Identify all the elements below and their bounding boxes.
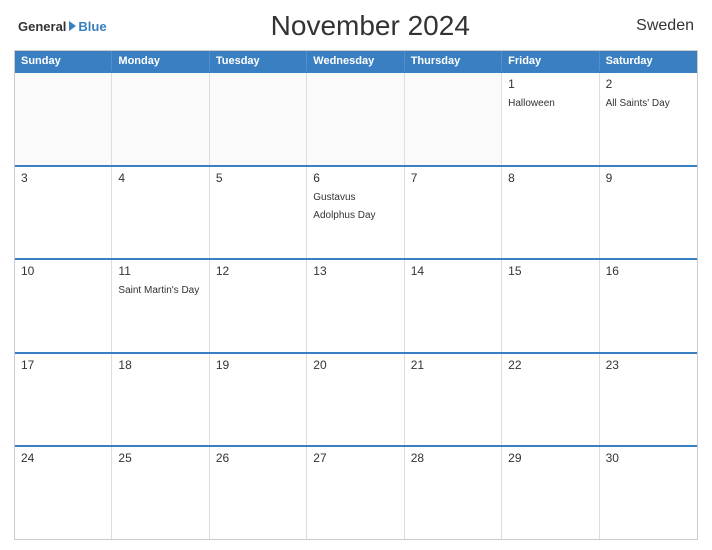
logo-blue: Blue	[78, 19, 106, 34]
calendar-cell: 23	[600, 354, 697, 446]
cell-date-number: 1	[508, 77, 592, 91]
calendar-cell: 13	[307, 260, 404, 352]
cell-date-number: 29	[508, 451, 592, 465]
cell-date-number: 11	[118, 264, 202, 278]
calendar-row-1: 3456 Gustavus Adolphus Day 789	[15, 165, 697, 259]
cell-date-number: 26	[216, 451, 300, 465]
cell-date-number: 6	[313, 171, 397, 185]
cell-date-number: 30	[606, 451, 691, 465]
calendar-cell: 16	[600, 260, 697, 352]
cell-date-number: 16	[606, 264, 691, 278]
calendar-cell: 14	[405, 260, 502, 352]
cell-event-label: All Saints' Day	[606, 98, 670, 109]
calendar-cell: 21	[405, 354, 502, 446]
cell-date-number: 4	[118, 171, 202, 185]
calendar-cell	[15, 73, 112, 165]
calendar-row-4: 24 25 26 27 28 29 30	[15, 445, 697, 539]
calendar-cell: 29	[502, 447, 599, 539]
day-header-wednesday: Wednesday	[307, 51, 404, 71]
calendar-cell	[307, 73, 404, 165]
calendar-cell: 7	[405, 167, 502, 259]
calendar-cell: 1 Halloween	[502, 73, 599, 165]
header: General Blue November 2024 Sweden	[14, 10, 698, 42]
cell-date-number: 17	[21, 358, 105, 372]
cell-date-number: 25	[118, 451, 202, 465]
country-label: Sweden	[634, 17, 694, 35]
cell-date-number: 14	[411, 264, 495, 278]
cell-date-number: 9	[606, 171, 691, 185]
cell-date-number: 5	[216, 171, 300, 185]
calendar-cell: 22	[502, 354, 599, 446]
cell-date-number: 21	[411, 358, 495, 372]
cell-date-number: 22	[508, 358, 592, 372]
calendar-cell: 20	[307, 354, 404, 446]
cell-date-number: 3	[21, 171, 105, 185]
calendar-cell: 9	[600, 167, 697, 259]
calendar-cell	[210, 73, 307, 165]
calendar-row-2: 10 11 Saint Martin's Day 12 13 14 15 16	[15, 258, 697, 352]
calendar-cell: 2 All Saints' Day	[600, 73, 697, 165]
calendar-cell: 5	[210, 167, 307, 259]
calendar-cell: 18	[112, 354, 209, 446]
calendar-cell	[405, 73, 502, 165]
cell-date-number: 10	[21, 264, 105, 278]
cell-event-label: Halloween	[508, 98, 555, 109]
calendar-cell: 12	[210, 260, 307, 352]
calendar-cell: 28	[405, 447, 502, 539]
cell-date-number: 23	[606, 358, 691, 372]
calendar-body: 1 Halloween 2 All Saints' Day 3456 Gustavus A…	[15, 71, 697, 539]
cell-date-number: 15	[508, 264, 592, 278]
cell-date-number: 8	[508, 171, 592, 185]
calendar-cell: 10	[15, 260, 112, 352]
cell-event-label: Gustavus Adolphus Day	[313, 192, 375, 221]
cell-date-number: 24	[21, 451, 105, 465]
calendar-cell: 4	[112, 167, 209, 259]
day-header-tuesday: Tuesday	[210, 51, 307, 71]
day-header-thursday: Thursday	[405, 51, 502, 71]
logo-general: General	[18, 19, 66, 34]
cell-date-number: 13	[313, 264, 397, 278]
calendar-row-0: 1 Halloween 2 All Saints' Day	[15, 71, 697, 165]
page: General Blue November 2024 Sweden Sunday…	[0, 0, 712, 550]
day-header-saturday: Saturday	[600, 51, 697, 71]
calendar-cell: 3	[15, 167, 112, 259]
calendar-cell	[112, 73, 209, 165]
logo-triangle-icon	[69, 21, 76, 31]
page-title: November 2024	[107, 10, 634, 42]
logo: General Blue	[18, 19, 107, 34]
cell-date-number: 19	[216, 358, 300, 372]
calendar-cell: 8	[502, 167, 599, 259]
calendar-cell: 25	[112, 447, 209, 539]
calendar-cell: 15	[502, 260, 599, 352]
calendar-cell: 11 Saint Martin's Day	[112, 260, 209, 352]
cell-date-number: 18	[118, 358, 202, 372]
day-header-monday: Monday	[112, 51, 209, 71]
calendar-cell: 6 Gustavus Adolphus Day	[307, 167, 404, 259]
cell-event-label: Saint Martin's Day	[118, 285, 199, 296]
calendar-cell: 17	[15, 354, 112, 446]
day-header-sunday: Sunday	[15, 51, 112, 71]
cell-date-number: 2	[606, 77, 691, 91]
calendar-header: SundayMondayTuesdayWednesdayThursdayFrid…	[15, 51, 697, 71]
cell-date-number: 12	[216, 264, 300, 278]
calendar-cell: 30	[600, 447, 697, 539]
calendar-cell: 26	[210, 447, 307, 539]
day-header-friday: Friday	[502, 51, 599, 71]
calendar: SundayMondayTuesdayWednesdayThursdayFrid…	[14, 50, 698, 540]
cell-date-number: 7	[411, 171, 495, 185]
cell-date-number: 20	[313, 358, 397, 372]
calendar-cell: 19	[210, 354, 307, 446]
cell-date-number: 27	[313, 451, 397, 465]
cell-date-number: 28	[411, 451, 495, 465]
calendar-cell: 24	[15, 447, 112, 539]
calendar-cell: 27	[307, 447, 404, 539]
calendar-row-3: 17 18 19 20 21 22 23	[15, 352, 697, 446]
